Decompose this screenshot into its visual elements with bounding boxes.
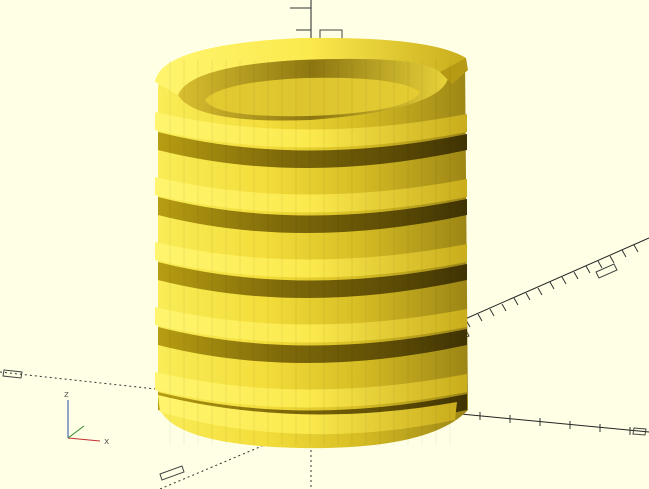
3d-scene[interactable]: z x bbox=[0, 0, 649, 489]
3d-viewport[interactable]: z x bbox=[0, 0, 649, 489]
facet-lines bbox=[169, 60, 451, 445]
axes-orientation-icon: z x bbox=[64, 390, 110, 447]
x-axis-positive bbox=[439, 411, 649, 433]
y-axis-positive bbox=[439, 237, 649, 331]
threaded-cylinder-model[interactable] bbox=[155, 37, 468, 449]
indicator-z-label: z bbox=[64, 390, 69, 400]
indicator-x-axis bbox=[67, 437, 101, 442]
x-axis-negative bbox=[0, 371, 166, 391]
indicator-x-label: x bbox=[104, 437, 110, 447]
y-axis-ticks bbox=[465, 244, 639, 328]
indicator-y-axis bbox=[67, 425, 85, 439]
